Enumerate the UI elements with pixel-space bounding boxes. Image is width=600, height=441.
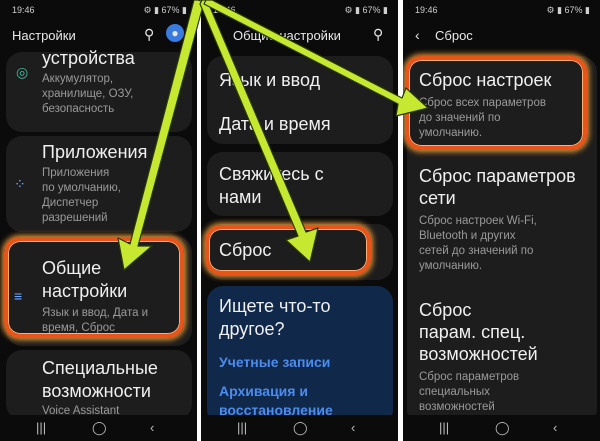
arrow-to-factory-reset bbox=[203, 0, 429, 117]
arrow-to-reset bbox=[199, 0, 319, 263]
arrow-to-general-settings bbox=[117, 0, 205, 271]
annotation-arrows bbox=[117, 0, 429, 271]
